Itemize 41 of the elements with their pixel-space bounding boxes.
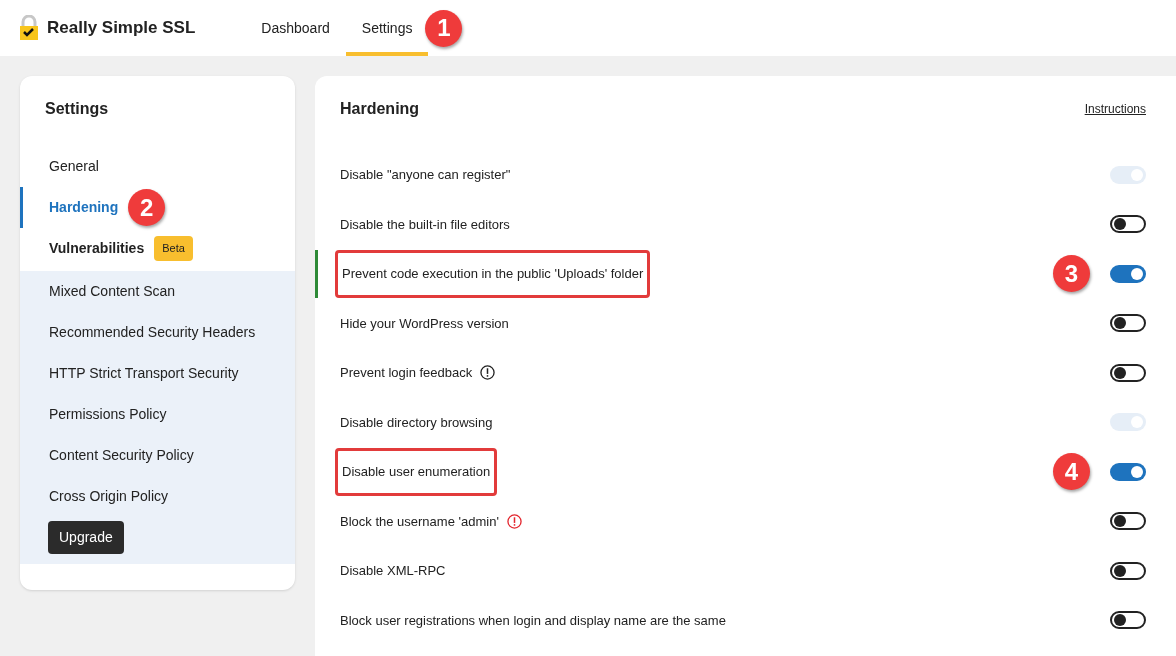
toggle-switch[interactable] <box>1110 363 1146 382</box>
instructions-link[interactable]: Instructions <box>1084 100 1146 118</box>
sidebar-item[interactable]: Recommended Security Headers <box>20 312 256 353</box>
info-icon <box>480 365 496 381</box>
toggle-switch[interactable] <box>1110 462 1146 481</box>
upgrade-button[interactable]: Upgrade <box>48 521 124 554</box>
toggle-switch[interactable] <box>1110 561 1146 580</box>
sidebar-item[interactable]: Permissions Policy <box>20 394 167 435</box>
toggle-switch[interactable] <box>1110 264 1146 283</box>
toggle-switch[interactable] <box>1110 314 1146 333</box>
panel-title: Hardening <box>340 99 420 119</box>
brand-name: Really Simple SSL <box>47 17 196 40</box>
setting-label: Disable directory browsing <box>340 413 493 432</box>
beta-badge: Beta <box>154 236 193 261</box>
sidebar-item[interactable]: Hardening <box>20 187 119 228</box>
sidebar-item[interactable]: Vulnerabilities <box>20 228 145 269</box>
sidebar-title: Settings <box>44 99 110 119</box>
numbered-callout: 4 <box>1053 453 1090 491</box>
sidebar-item[interactable]: Content Security Policy <box>20 435 194 476</box>
setting-label: Disable user enumeration <box>335 448 498 496</box>
numbered-callout: 3 <box>1053 255 1090 293</box>
toggle-switch[interactable] <box>1110 611 1146 630</box>
toggle-switch[interactable] <box>1110 215 1146 234</box>
nav-tab[interactable]: Dashboard <box>245 0 346 56</box>
setting-label: Block the username 'admin' <box>340 512 499 531</box>
setting-label: Prevent code execution in the public 'Uploads' folder <box>335 250 651 298</box>
sidebar-item[interactable]: General <box>20 146 99 187</box>
setting-label: Disable "anyone can register" <box>340 166 511 184</box>
setting-label: Block user registrations when login and display name are the same <box>340 611 726 630</box>
setting-label: Prevent login feedback <box>340 364 473 382</box>
setting-label: Disable XML-RPC <box>340 562 446 580</box>
numbered-callout: 2 <box>128 189 166 226</box>
sidebar-item[interactable]: Mixed Content Scan <box>20 271 176 312</box>
setting-label: Hide your WordPress version <box>340 314 509 333</box>
sidebar-item[interactable]: Cross Origin Policy <box>20 476 169 517</box>
padlock-icon <box>19 15 39 41</box>
numbered-callout: 1 <box>425 9 463 47</box>
sidebar-item[interactable]: HTTP Strict Transport Security <box>20 353 239 394</box>
alert-icon <box>506 513 522 529</box>
setting-label: Disable the built-in file editors <box>340 215 510 234</box>
toggle-switch[interactable] <box>1110 512 1146 531</box>
